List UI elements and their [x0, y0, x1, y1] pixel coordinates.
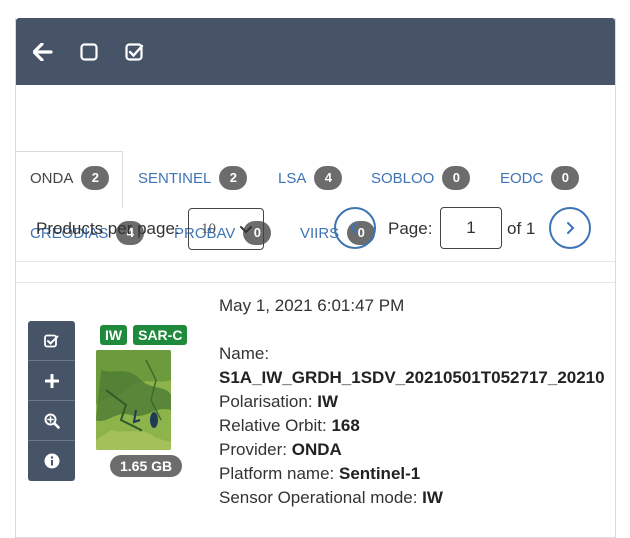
product-info-button[interactable] — [28, 441, 75, 481]
arrow-left-icon — [33, 42, 53, 61]
product-size-badge: 1.65 GB — [110, 455, 183, 477]
previous-page-button[interactable] — [334, 207, 376, 249]
product-name-label: Name: — [219, 344, 270, 363]
product-badges: IW SAR-C — [100, 325, 188, 345]
products-per-page-label: Products per page: — [36, 219, 180, 238]
select-product-button[interactable] — [28, 321, 75, 361]
search-results-panel: ONDA 2 SENTINEL 2 LSA 4 SOBLOO 0 EODC 0 … — [15, 18, 616, 538]
field-label: Polarisation: — [219, 392, 318, 411]
field-value: 168 — [331, 416, 360, 435]
tab-count-badge: 0 — [551, 166, 580, 190]
field-value: IW — [317, 392, 339, 411]
tab-label: EODC — [500, 169, 544, 187]
pagination-bar — [16, 195, 615, 283]
info-icon — [44, 453, 59, 469]
sensor-mode-field: Sensor Operational mode: IW — [219, 488, 443, 508]
instrument-badge: SAR-C — [133, 325, 188, 345]
field-label: Provider: — [219, 440, 292, 459]
polarisation-field: Polarisation: IW — [219, 392, 338, 412]
chevron-left-icon — [350, 222, 358, 234]
tab-label: LSA — [278, 169, 307, 187]
page-label: Page: — [388, 219, 433, 238]
field-label: Platform name: — [219, 464, 339, 483]
field-label: Relative Orbit: — [219, 416, 332, 435]
page-number-input[interactable]: 1 — [440, 207, 502, 249]
field-value: ONDA — [291, 440, 342, 459]
tab-count-badge: 2 — [81, 166, 110, 190]
provider-field: Provider: ONDA — [219, 440, 342, 460]
mode-badge: IW — [100, 325, 128, 345]
check-square-icon — [43, 334, 58, 347]
check-square-icon — [125, 42, 144, 61]
product-name-value: S1A_IW_GRDH_1SDV_20210501T052717_20210 — [219, 368, 605, 387]
chevron-down-icon — [240, 226, 252, 234]
products-per-page-select[interactable]: 10 — [188, 208, 264, 250]
field-value: IW — [422, 488, 443, 507]
zoom-in-icon — [44, 413, 60, 429]
page-total-label: of 1 — [507, 219, 536, 238]
next-page-button[interactable] — [549, 207, 591, 249]
chevron-right-icon — [567, 222, 575, 234]
product-thumbnail — [96, 350, 171, 450]
field-label: Sensor Operational mode: — [219, 488, 423, 507]
tab-count-badge: 0 — [442, 166, 471, 190]
product-card: IW SAR-C 1.65 GB May 1, 2021 6:01:47 PM … — [16, 284, 615, 524]
relative-orbit-field: Relative Orbit: 168 — [219, 416, 360, 436]
tab-count-badge: 4 — [314, 166, 343, 190]
tab-label: SENTINEL — [138, 169, 212, 187]
tab-count-badge: 2 — [219, 166, 248, 190]
deselect-all-button[interactable] — [76, 39, 102, 65]
square-icon — [80, 42, 98, 61]
add-product-button[interactable] — [28, 361, 75, 401]
results-toolbar — [16, 18, 615, 85]
platform-name-field: Platform name: Sentinel-1 — [219, 464, 420, 484]
products-per-page-value: 10 — [201, 221, 216, 237]
plus-icon — [44, 373, 59, 388]
select-all-button[interactable] — [122, 39, 148, 65]
back-button[interactable] — [30, 39, 56, 65]
product-date: May 1, 2021 6:01:47 PM — [219, 296, 405, 315]
tab-label: SOBLOO — [371, 169, 435, 187]
product-actions — [28, 321, 75, 481]
tab-label: ONDA — [30, 169, 74, 187]
field-value: Sentinel-1 — [339, 464, 421, 483]
zoom-to-product-button[interactable] — [28, 401, 75, 441]
